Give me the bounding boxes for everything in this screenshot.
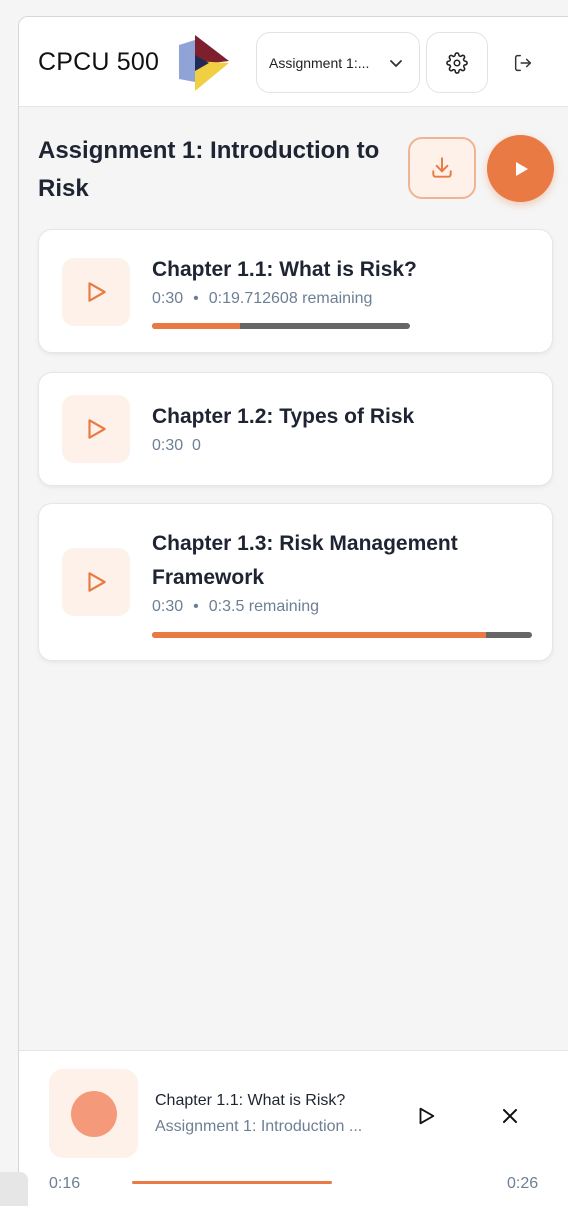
player-track-title: Chapter 1.1: What is Risk?: [155, 1092, 346, 1109]
corner-tab: [0, 1172, 28, 1206]
chapter-remaining: 0:19.712608 remaining: [208, 290, 373, 307]
header: CPCU 500 Assignment 1:...: [19, 17, 568, 107]
play-icon: [515, 161, 528, 176]
play-icon: [88, 419, 106, 439]
logout-button[interactable]: [499, 32, 547, 93]
play-icon: [419, 1107, 435, 1125]
chapter-duration: 0:30: [152, 290, 184, 307]
chapter-title: Chapter 1.1: What is Risk?: [152, 258, 417, 281]
settings-button[interactable]: [426, 32, 488, 93]
chapter-meta: 0:30 0: [152, 437, 201, 455]
app-title: CPCU 500: [38, 48, 160, 76]
play-all-button[interactable]: [487, 135, 554, 202]
player-track-subtitle: Assignment 1: Introduction ...: [155, 1118, 363, 1135]
gear-icon: [446, 51, 468, 74]
chapter-progress: [152, 323, 410, 329]
play-icon: [88, 572, 106, 592]
page-title: Assignment 1: Introduction to Risk: [38, 137, 380, 202]
player-total-time: 0:26: [507, 1175, 539, 1192]
chapter-play-button[interactable]: [62, 395, 130, 463]
player-seek-fill: [132, 1181, 332, 1184]
chapter-play-button[interactable]: [62, 258, 130, 326]
assignment-select[interactable]: Assignment 1:...: [256, 32, 420, 93]
player-artwork: [49, 1069, 138, 1158]
player-seek-bar[interactable]: [132, 1181, 332, 1184]
meta-separator: •: [193, 598, 199, 615]
chapter-card[interactable]: Chapter 1.2: Types of Risk 0:30 0: [38, 372, 553, 486]
meta-separator: •: [193, 290, 199, 307]
download-button[interactable]: [408, 137, 476, 199]
chapter-remaining: 0: [192, 437, 201, 454]
chapter-play-button[interactable]: [62, 548, 130, 616]
chapter-title: Chapter 1.2: Types of Risk: [152, 405, 415, 428]
chapter-card[interactable]: Chapter 1.1: What is Risk? 0:30 • 0:19.712…: [38, 229, 553, 353]
app-window: CPCU 500 Assignment 1:... Assignment 1: …: [18, 16, 568, 1206]
play-icon: [88, 282, 106, 302]
download-icon: [432, 157, 452, 178]
chapter-progress-fill: [152, 632, 487, 638]
record-disc-icon: [70, 1090, 117, 1137]
player-current-time: 0:16: [49, 1175, 81, 1192]
chapter-meta: 0:30 • 0:19.712608 remaining: [152, 290, 372, 308]
chapter-duration: 0:30: [152, 598, 184, 615]
mini-player: Chapter 1.1: What is Risk? Assignment 1:…: [19, 1050, 568, 1206]
close-icon: [503, 1109, 517, 1123]
chapter-progress: [152, 632, 532, 638]
chapter-duration: 0:30: [152, 437, 184, 454]
assignment-select-value: Assignment 1:...: [269, 54, 370, 71]
brand-logo-icon: [179, 35, 229, 91]
chapter-card[interactable]: Chapter 1.3: Risk Management Framework 0…: [38, 503, 553, 661]
chapter-progress-fill: [152, 323, 240, 329]
player-play-button[interactable]: [409, 1099, 443, 1133]
player-close-button[interactable]: [493, 1099, 527, 1133]
chapter-remaining: 0:3.5 remaining: [208, 598, 320, 615]
chapter-title: Chapter 1.3: Risk Management Framework: [152, 532, 458, 589]
chevron-down-icon: [390, 60, 402, 67]
chapter-meta: 0:30 • 0:3.5 remaining: [152, 598, 319, 616]
logout-icon: [514, 54, 532, 71]
